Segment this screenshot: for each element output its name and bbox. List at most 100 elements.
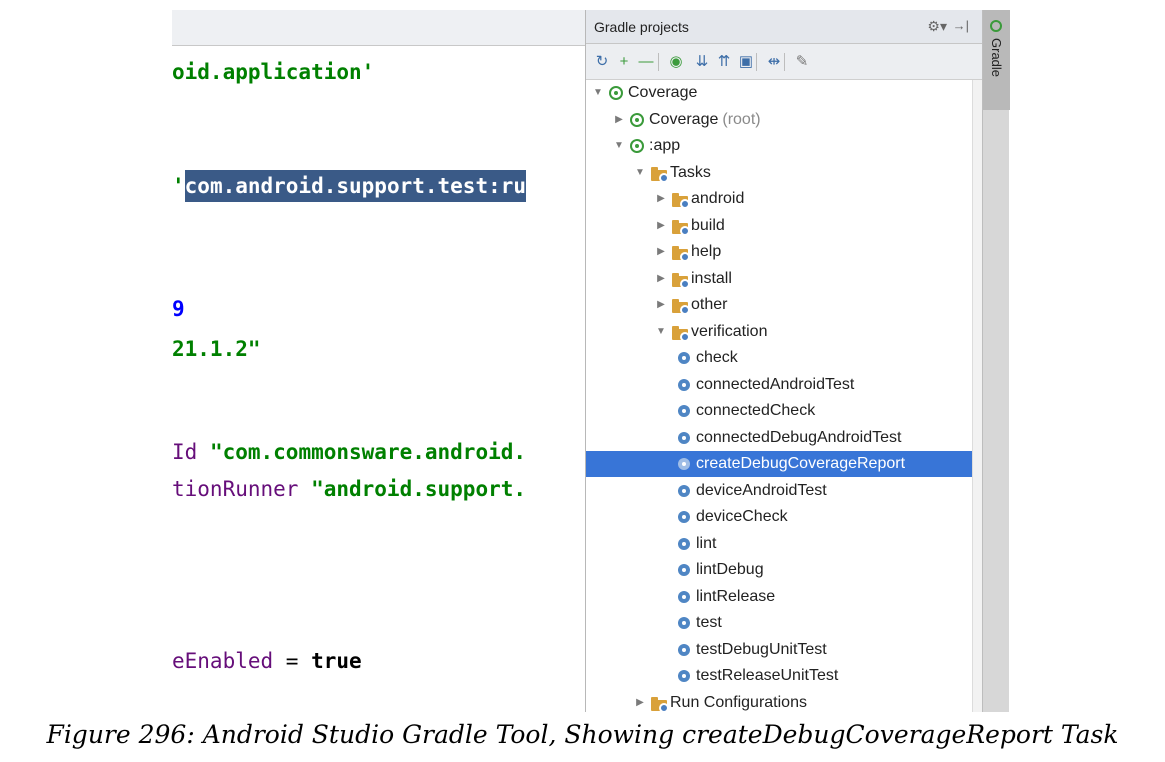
tree-node-lintrelease[interactable]: lintRelease — [586, 584, 982, 610]
panel-scrollbar[interactable] — [972, 80, 982, 712]
refresh-icon[interactable]: ↻ — [592, 52, 612, 72]
tree-node-label: :app — [649, 133, 680, 159]
tree-node-coverage[interactable]: ▶ Coverage (root) — [586, 107, 982, 133]
panel-header: Gradle projects ⚙▾ →| — [586, 10, 982, 44]
expand-arrow-icon[interactable]: ▶ — [655, 239, 667, 265]
tree-node-text: test — [696, 614, 722, 631]
collapse-arrow-icon[interactable]: ▼ — [592, 80, 604, 106]
tree-node-text: deviceAndroidTest — [696, 481, 827, 499]
editor-header — [172, 10, 585, 46]
tree-node-text: createDebugCoverageReport — [696, 455, 906, 472]
task-folder-icon — [672, 193, 690, 209]
group-tasks-icon[interactable]: ▣ — [736, 52, 756, 72]
expand-all-icon[interactable]: ⇊ — [692, 52, 712, 72]
tree-node-suffix: (root) — [722, 110, 761, 128]
gradle-project-icon — [630, 112, 644, 127]
tree-node-app[interactable]: ▼ :app — [586, 133, 982, 159]
selected-code-text: com.android.support.test:ru — [184, 170, 527, 202]
tree-node-text: lintDebug — [696, 561, 764, 578]
settings-gear-icon[interactable]: ⚙▾ — [927, 18, 947, 35]
gradle-settings-icon[interactable]: ✎ — [792, 52, 812, 72]
execute-task-icon[interactable]: ◉ — [666, 52, 686, 72]
tree-node-run-configurations[interactable]: ▶ Run Configurations — [586, 690, 982, 713]
toggle-offline-icon[interactable]: ⇹ — [764, 52, 784, 72]
task-folder-icon — [672, 325, 690, 342]
expand-arrow-icon[interactable]: ▶ — [634, 690, 646, 713]
tree-node-text: Tasks — [670, 163, 711, 181]
code-token: true — [311, 649, 362, 673]
tree-node-text: Coverage — [649, 110, 719, 128]
tree-node-text: other — [691, 296, 728, 313]
tree-node-label: testReleaseUnitTest — [696, 663, 838, 689]
tree-node-text: testReleaseUnitTest — [696, 667, 839, 684]
expand-arrow-icon[interactable]: ▶ — [655, 266, 667, 292]
code-token: = — [285, 649, 312, 673]
code-editor[interactable]: oid.application' 'com.android.support.tes… — [172, 10, 585, 710]
panel-toolbar: ↻ + — ◉ ⇊ ⇈ ▣ ⇹ ✎ — [586, 44, 982, 80]
tree-node-text: :app — [649, 137, 681, 154]
tree-node-text: help — [691, 243, 722, 260]
tree-node-createdebugcoveragereport[interactable]: createDebugCoverageReport — [586, 451, 982, 477]
tree-node-help[interactable]: ▶ help — [586, 239, 982, 265]
tree-node-devicecheck[interactable]: deviceCheck — [586, 504, 982, 530]
expand-arrow-icon[interactable]: ▶ — [655, 292, 667, 318]
collapse-arrow-icon[interactable]: ▼ — [613, 133, 625, 159]
tree-node-other[interactable]: ▶ other — [586, 292, 982, 318]
gradle-tab-label: Gradle — [989, 38, 1004, 78]
tree-node-text: lintRelease — [696, 587, 776, 605]
collapse-arrow-icon[interactable]: ▼ — [634, 160, 646, 186]
code-line: eEnabled = true — [172, 647, 362, 675]
tree-node-test[interactable]: test — [586, 610, 982, 636]
tree-node-text: verification — [691, 322, 768, 340]
tree-node-connectedandroidtest[interactable]: connectedAndroidTest — [586, 372, 982, 398]
tree-node-text: build — [691, 216, 725, 234]
tree-node-label: lint — [696, 531, 716, 557]
tree-node-build[interactable]: ▶ build — [586, 213, 982, 239]
task-folder-icon — [651, 166, 669, 183]
remove-icon[interactable]: — — [636, 52, 656, 72]
gradle-project-icon — [609, 86, 623, 100]
figure-caption: Figure 296: Android Studio Gradle Tool, … — [46, 720, 1119, 749]
expand-arrow-icon[interactable]: ▶ — [613, 107, 625, 133]
hide-panel-icon[interactable]: →| — [953, 18, 969, 33]
expand-arrow-icon[interactable]: ▶ — [655, 186, 667, 212]
collapse-all-icon[interactable]: ⇈ — [714, 52, 734, 72]
toolbar-separator — [784, 53, 785, 71]
tree-node-testdebugunittest[interactable]: testDebugUnitTest — [586, 637, 982, 663]
tree-node-text: connectedDebugAndroidTest — [696, 428, 902, 446]
add-icon[interactable]: + — [614, 52, 634, 72]
task-folder-icon — [651, 696, 669, 712]
gear-task-icon — [678, 590, 690, 603]
code-line: 'com.android.support.test:ru — [172, 170, 527, 202]
tree-node-check[interactable]: check — [586, 345, 982, 371]
tree-node-connecteddebugandroidtest[interactable]: connectedDebugAndroidTest — [586, 425, 982, 451]
tree-node-label: android — [691, 186, 744, 212]
tree-node-install[interactable]: ▶ install — [586, 266, 982, 292]
tree-node-tasks[interactable]: ▼ Tasks — [586, 160, 982, 186]
tree-node-android[interactable]: ▶ android — [586, 186, 982, 212]
tree-node-label: check — [696, 345, 738, 371]
tree-node-text: install — [691, 269, 732, 287]
tree-node-connectedcheck[interactable]: connectedCheck — [586, 398, 982, 424]
gear-task-icon — [678, 484, 690, 497]
toolbar-separator — [658, 53, 659, 71]
tree-node-label: lintDebug — [696, 557, 764, 583]
collapse-arrow-icon[interactable]: ▼ — [655, 319, 667, 345]
tree-node-lintdebug[interactable]: lintDebug — [586, 557, 982, 583]
tree-node-coverage[interactable]: ▼ Coverage — [586, 80, 982, 106]
expand-arrow-icon[interactable]: ▶ — [655, 213, 667, 239]
tree-node-text: lint — [696, 534, 717, 552]
code-line: Id "com.commonsware.android. — [172, 438, 526, 466]
tree-node-label: Coverage — [628, 80, 697, 106]
tree-node-verification[interactable]: ▼ verification — [586, 319, 982, 345]
code-token: oid.application' — [172, 60, 375, 84]
tree-node-text: connectedAndroidTest — [696, 375, 855, 393]
code-token: tionRunner — [172, 477, 312, 501]
code-token: "com.commonsware.android. — [209, 440, 527, 464]
tree-node-label: lintRelease — [696, 584, 775, 610]
tree-node-testreleaseunittest[interactable]: testReleaseUnitTest — [586, 663, 982, 689]
gradle-tool-tab[interactable]: Gradle — [983, 10, 1010, 110]
gradle-icon — [990, 20, 1002, 32]
tree-node-deviceandroidtest[interactable]: deviceAndroidTest — [586, 478, 982, 504]
tree-node-lint[interactable]: lint — [586, 531, 982, 557]
